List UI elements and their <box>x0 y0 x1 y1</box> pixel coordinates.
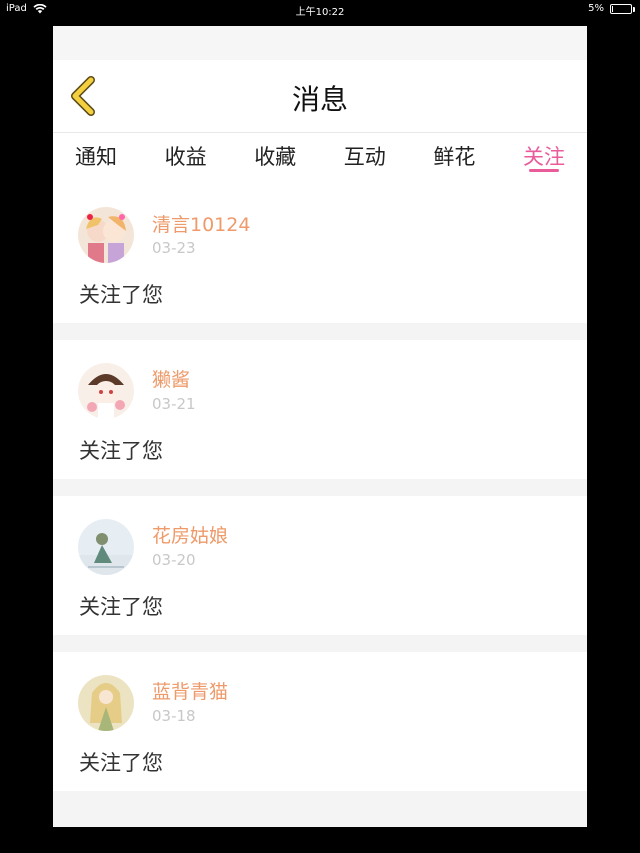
avatar[interactable] <box>78 675 134 731</box>
active-tab-indicator <box>528 169 559 172</box>
page-title: 消息 <box>291 83 348 116</box>
notification-list: 清言10124 03-23 关注了您 獭酱 03-21 关注了您 花房姑娘 03-20 关注了您… <box>53 179 587 791</box>
battery-icon <box>610 3 635 14</box>
tab-label: 关注 <box>522 145 565 169</box>
tab-1[interactable]: 收益 <box>165 133 207 179</box>
tab-label: 收藏 <box>254 145 297 169</box>
app-window: 消息 通知 收益 收藏 互动 鲜花 关注 清言10124 03-23 关注了您 獭酱 03-21 关… <box>53 26 587 827</box>
tab-5[interactable]: 关注 <box>523 133 565 179</box>
user-name[interactable]: 獭酱 <box>152 365 190 392</box>
notification-item[interactable]: 獭酱 03-21 关注了您 <box>53 340 587 479</box>
battery-percent: 5% <box>588 3 604 14</box>
notification-date: 03-20 <box>152 551 196 569</box>
tab-label: 通知 <box>75 145 117 169</box>
tab-bar: 通知 收益 收藏 互动 鲜花 关注 <box>53 133 587 179</box>
user-name[interactable]: 蓝背青猫 <box>152 677 228 704</box>
tab-label: 鲜花 <box>433 145 476 169</box>
avatar[interactable] <box>78 363 134 419</box>
user-name[interactable]: 清言10124 <box>152 210 250 237</box>
tab-3[interactable]: 互动 <box>344 133 386 179</box>
notification-item[interactable]: 蓝背青猫 03-18 关注了您 <box>53 652 587 791</box>
notification-item[interactable]: 清言10124 03-23 关注了您 <box>53 179 587 323</box>
notification-date: 03-21 <box>152 395 196 413</box>
tab-label: 收益 <box>164 145 207 169</box>
tab-2[interactable]: 收藏 <box>254 133 296 179</box>
status-time: 上午10:22 <box>295 7 345 18</box>
status-bar: iPad 上午10:22 5% <box>0 0 640 20</box>
battery-level <box>612 5 613 12</box>
nav-bar: 消息 <box>53 60 587 133</box>
notification-text: 关注了您 <box>79 751 163 775</box>
tab-4[interactable]: 鲜花 <box>433 133 475 179</box>
notification-item[interactable]: 花房姑娘 03-20 关注了您 <box>53 496 587 635</box>
notification-text: 关注了您 <box>79 595 163 619</box>
notification-text: 关注了您 <box>79 439 163 463</box>
avatar[interactable] <box>78 207 134 263</box>
status-right: 5% <box>588 3 635 14</box>
tab-label: 互动 <box>343 145 386 169</box>
avatar[interactable] <box>78 519 134 575</box>
user-name[interactable]: 花房姑娘 <box>152 521 228 548</box>
top-band <box>53 26 587 60</box>
notification-date: 03-23 <box>152 239 196 257</box>
notification-text: 关注了您 <box>79 283 163 307</box>
notification-date: 03-18 <box>152 707 196 725</box>
tab-0[interactable]: 通知 <box>75 133 117 179</box>
